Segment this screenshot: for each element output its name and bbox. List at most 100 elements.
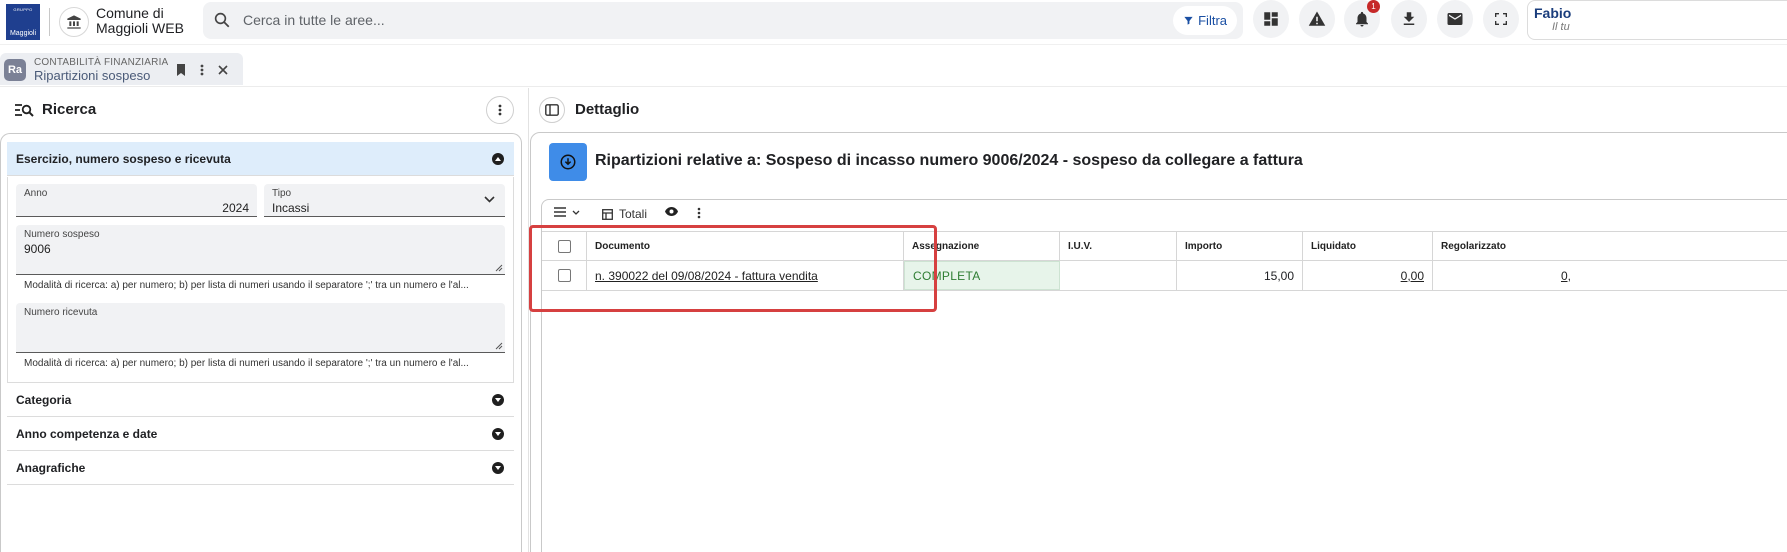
close-icon <box>218 65 228 75</box>
filter-label: Filtra <box>1198 13 1227 28</box>
warning-icon <box>1308 11 1326 26</box>
totali-label: Totali <box>619 207 648 221</box>
bell-icon <box>1356 11 1368 27</box>
detail-action-button[interactable] <box>549 143 587 181</box>
fullscreen-icon <box>1495 13 1507 25</box>
anno-label: Anno <box>24 188 48 199</box>
more-vert-icon <box>200 64 204 76</box>
maggioli-logo[interactable]: GRUPPO Maggioli <box>6 4 40 40</box>
tab-module: CONTABILITÀ FINANZIARIA <box>34 57 169 68</box>
col-header-assegnazione[interactable]: Assegnazione <box>904 232 1060 261</box>
search-panel-title: Ricerca <box>42 101 97 118</box>
regolarizzato-link[interactable]: 0, <box>1561 269 1571 283</box>
resize-handle-icon[interactable] <box>495 342 503 350</box>
cell-liquidato: 0,00 <box>1303 261 1433 290</box>
tab-ripartizioni-sospeso[interactable]: Ra CONTABILITÀ FINANZIARIA Ripartizioni … <box>0 53 243 85</box>
select-all-checkbox[interactable] <box>557 240 571 253</box>
top-bar: GRUPPO Maggioli Comune di Maggioli WEB F… <box>0 0 1787 45</box>
download-icon <box>1403 12 1415 25</box>
app-name-line1: Comune di <box>96 5 164 21</box>
dashboard-button[interactable] <box>1253 0 1289 38</box>
col-header-iuv[interactable]: I.U.V. <box>1060 232 1177 261</box>
numero-ricevuta-hint: Modalità di ricerca: a) per numero; b) p… <box>24 358 469 369</box>
expand-icon <box>492 462 504 474</box>
section-anagrafiche-header[interactable]: Anagrafiche <box>7 451 514 485</box>
collapse-icon <box>492 153 504 165</box>
downloads-button[interactable] <box>1391 0 1427 38</box>
chevron-down-icon <box>572 210 580 215</box>
cell-importo: 15,00 <box>1177 261 1303 290</box>
warning-button[interactable] <box>1299 0 1335 38</box>
columns-menu-button[interactable] <box>554 207 580 217</box>
cell-regolarizzato: 0, <box>1433 261 1579 290</box>
notification-badge: 1 <box>1367 0 1380 13</box>
detail-panel-title: Dettaglio <box>575 101 640 118</box>
tipo-value: Incassi <box>272 201 310 215</box>
grid-more-button[interactable] <box>697 207 701 219</box>
col-header-importo[interactable]: Importo <box>1177 232 1303 261</box>
grid-toolbar: Totali <box>542 200 742 230</box>
section-esercizio-body: Anno 2024 Tipo Incassi Numero sospeso 90… <box>7 177 514 383</box>
section-categoria-header[interactable]: Categoria <box>7 383 514 417</box>
filter-icon <box>1184 16 1193 25</box>
panel-divider[interactable] <box>528 88 529 552</box>
numero-sospeso-field[interactable]: Numero sospeso 9006 <box>16 225 505 275</box>
tipo-select[interactable]: Tipo Incassi <box>264 184 505 217</box>
search-input[interactable] <box>243 8 1143 32</box>
global-search: Filtra <box>203 2 1243 39</box>
col-header-regolarizzato[interactable]: Regolarizzato <box>1433 232 1613 261</box>
more-vert-icon <box>697 207 701 219</box>
detail-card: Ripartizioni relative a: Sospeso di inca… <box>530 132 1787 552</box>
app-name-line2: Maggioli WEB <box>96 20 184 36</box>
search-panel-header: Ricerca <box>0 88 528 132</box>
download-circle-icon <box>560 154 576 170</box>
search-panel-menu-button[interactable] <box>486 96 514 124</box>
app-name[interactable]: Comune di Maggioli WEB <box>96 6 184 36</box>
liquidato-link[interactable]: 0,00 <box>1401 269 1424 283</box>
col-header-documento[interactable]: Documento <box>587 232 904 261</box>
section-esercizio-header[interactable]: Esercizio, numero sospeso e ricevuta <box>7 142 514 176</box>
toggle-sidebar-button[interactable] <box>539 97 565 123</box>
home-button[interactable] <box>59 7 89 37</box>
table-row[interactable]: n. 390022 del 09/08/2024 - fattura vendi… <box>542 261 1787 291</box>
detail-title: Ripartizioni relative a: Sospeso di inca… <box>595 152 1303 169</box>
tab-close-button[interactable] <box>216 63 230 77</box>
tab-strip: Ra CONTABILITÀ FINANZIARIA Ripartizioni … <box>0 45 1787 87</box>
documento-link[interactable]: n. 390022 del 09/08/2024 - fattura vendi… <box>595 269 818 283</box>
section-anno-competenza-header[interactable]: Anno competenza e date <box>7 417 514 451</box>
col-header-liquidato[interactable]: Liquidato <box>1303 232 1433 261</box>
numero-sospeso-value: 9006 <box>24 242 51 256</box>
fullscreen-button[interactable] <box>1483 0 1519 38</box>
anno-field[interactable]: Anno 2024 <box>16 184 257 217</box>
section-anno-competenza-title: Anno competenza e date <box>16 426 158 441</box>
resize-handle-icon[interactable] <box>495 264 503 272</box>
more-vert-icon <box>498 104 502 116</box>
user-menu[interactable]: Fabio Il tu <box>1527 0 1787 40</box>
tipo-label: Tipo <box>272 188 292 199</box>
numero-sospeso-label: Numero sospeso <box>24 229 100 240</box>
table-header-row: Documento Assegnazione I.U.V. Importo Li… <box>542 231 1787 261</box>
mail-icon <box>1447 13 1463 25</box>
filter-button[interactable]: Filtra <box>1173 6 1237 35</box>
row-select-cell <box>542 261 587 290</box>
totali-button[interactable]: Totali <box>602 207 647 221</box>
messages-button[interactable] <box>1437 0 1473 38</box>
cell-assegnazione: COMPLETA <box>904 261 1060 290</box>
table-icon <box>602 208 613 220</box>
tab-menu-button[interactable] <box>195 63 209 77</box>
brand-divider <box>49 8 50 36</box>
bookmark-button[interactable] <box>174 63 188 77</box>
menu-icon <box>554 207 566 217</box>
user-name: Fabio <box>1534 5 1572 21</box>
numero-ricevuta-field[interactable]: Numero ricevuta <box>16 303 505 353</box>
user-subtitle: Il tu <box>1552 21 1570 33</box>
search-form: Esercizio, numero sospeso e ricevuta Ann… <box>0 133 522 552</box>
notifications-button[interactable]: 1 <box>1344 0 1380 38</box>
ripartizioni-grid: Totali Documento Assegnazione I.U.V. Imp… <box>541 199 1787 552</box>
section-categoria-title: Categoria <box>16 392 72 407</box>
numero-sospeso-hint: Modalità di ricerca: a) per numero; b) p… <box>24 280 469 291</box>
visibility-button[interactable] <box>665 207 678 216</box>
eye-icon <box>665 207 678 216</box>
row-checkbox[interactable] <box>557 269 571 282</box>
cell-iuv <box>1060 261 1177 290</box>
